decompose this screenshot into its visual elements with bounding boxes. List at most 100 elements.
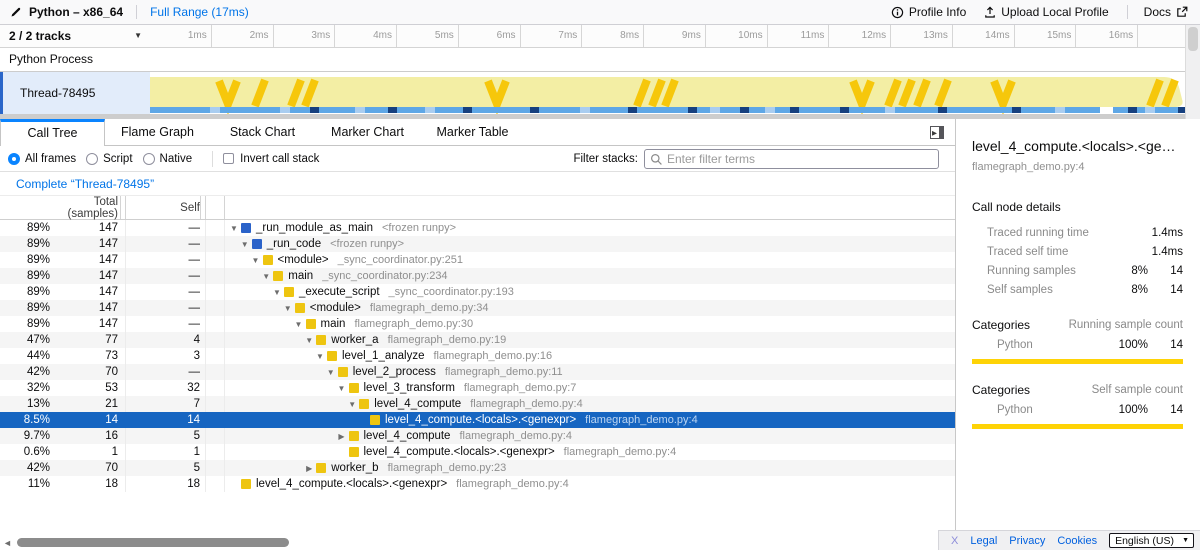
call-tree-row[interactable]: 32%5332▼level_3_transformflamegraph_demo…	[0, 380, 955, 396]
category-icon	[241, 479, 251, 489]
expand-icon[interactable]: ▼	[250, 256, 262, 265]
category-icon	[316, 335, 326, 345]
expand-icon[interactable]: ▼	[228, 224, 240, 233]
expand-icon[interactable]: ▼	[239, 240, 251, 249]
expand-icon[interactable]: ▼	[346, 400, 358, 409]
call-tree-row[interactable]: 89%147—▼<module>_sync_coordinator.py:251	[0, 252, 955, 268]
call-tree-row[interactable]: 89%147—▼_run_module_as_main<frozen runpy…	[0, 220, 955, 236]
full-range-link[interactable]: Full Range (17ms)	[150, 5, 249, 19]
tab-marker-chart[interactable]: Marker Chart	[315, 119, 420, 146]
thread-track[interactable]: Thread-78495	[0, 72, 1200, 114]
file-location: <frozen runpy>	[330, 238, 404, 250]
category-icon	[327, 351, 337, 361]
file-location: flamegraph_demo.py:19	[388, 334, 507, 346]
file-location: flamegraph_demo.py:4	[459, 430, 572, 442]
language-select[interactable]: English (US) ▼	[1109, 533, 1194, 548]
category-icon	[273, 271, 283, 281]
function-name: _execute_script	[299, 286, 380, 298]
expand-icon[interactable]: ▼	[260, 272, 272, 281]
file-location: _sync_coordinator.py:251	[338, 254, 463, 266]
expand-icon[interactable]: ▼	[271, 288, 283, 297]
call-tree-row[interactable]: 13%217▼level_4_computeflamegraph_demo.py…	[0, 396, 955, 412]
radio-label[interactable]: Script	[103, 153, 132, 165]
radio-label[interactable]: All frames	[25, 153, 76, 165]
call-tree-row[interactable]: 0.6%11level_4_compute.<locals>.<genexpr>…	[0, 444, 955, 460]
thread-track-label[interactable]: Thread-78495	[0, 72, 150, 114]
breadcrumb-complete-thread[interactable]: Complete “Thread-78495”	[16, 177, 154, 191]
sidebar-subtitle: flamegraph_demo.py:4	[972, 161, 1183, 173]
categories-section: CategoriesRunning sample countPython100%…	[972, 318, 1183, 364]
category-icon	[359, 399, 369, 409]
tab-call-tree[interactable]: Call Tree	[0, 119, 105, 146]
footer-link-legal[interactable]: Legal	[970, 535, 997, 547]
divider	[136, 5, 137, 19]
horizontal-scrollbar[interactable]: ◄	[0, 536, 955, 549]
tab-stack-chart[interactable]: Stack Chart	[210, 119, 315, 146]
invert-call-stack-label[interactable]: Invert call stack	[240, 153, 319, 165]
column-header-total[interactable]: Total (samples)	[50, 196, 120, 220]
file-location: flamegraph_demo.py:34	[370, 302, 489, 314]
radio-label[interactable]: Native	[160, 153, 193, 165]
call-tree-row[interactable]: 47%774▼worker_aflamegraph_demo.py:19	[0, 332, 955, 348]
activity-graph[interactable]	[150, 72, 1200, 114]
call-tree-row[interactable]: 42%70—▼level_2_processflamegraph_demo.py…	[0, 364, 955, 380]
expand-icon[interactable]: ▼	[293, 320, 305, 329]
expand-icon[interactable]: ▼	[303, 336, 315, 345]
call-tree-row[interactable]: 89%147—▼<module>flamegraph_demo.py:34	[0, 300, 955, 316]
tab-flame-graph[interactable]: Flame Graph	[105, 119, 210, 146]
ruler-tick: 11ms	[767, 25, 829, 47]
sidebar: level_4_compute.<locals>.<genexpr> flame…	[955, 119, 1200, 550]
expand-icon[interactable]: ▼	[325, 368, 337, 377]
ruler-tick: 2ms	[212, 25, 274, 47]
footer-link-x[interactable]: X	[951, 535, 958, 547]
category-icon	[306, 319, 316, 329]
upload-local-profile-button[interactable]: Upload Local Profile	[984, 5, 1108, 19]
process-track-header[interactable]: Python Process	[0, 48, 1200, 72]
call-tree-row[interactable]: 42%705▶worker_bflamegraph_demo.py:23	[0, 460, 955, 476]
footer-link-privacy[interactable]: Privacy	[1009, 535, 1045, 547]
call-tree-row[interactable]: 8.5%1414level_4_compute.<locals>.<genexp…	[0, 412, 955, 428]
profile-name: Python – x86_64	[29, 5, 123, 19]
file-location: flamegraph_demo.py:16	[433, 350, 552, 362]
expand-icon[interactable]: ▼	[314, 352, 326, 361]
filter-stacks-input[interactable]	[644, 149, 939, 169]
footer-link-cookies[interactable]: Cookies	[1057, 535, 1097, 547]
ruler-tick: 8ms	[582, 25, 644, 47]
pencil-icon[interactable]	[10, 6, 22, 18]
call-tree-row[interactable]: 89%147—▼_execute_script_sync_coordinator…	[0, 284, 955, 300]
expand-icon[interactable]: ▼	[282, 304, 294, 313]
expand-icon[interactable]: ▶	[336, 432, 348, 441]
call-tree-row[interactable]: 89%147—▼mainflamegraph_demo.py:30	[0, 316, 955, 332]
scroll-left-arrow-icon[interactable]: ◄	[3, 538, 12, 548]
ruler-tick: 12ms	[829, 25, 891, 47]
docs-link[interactable]: Docs	[1144, 5, 1188, 19]
profile-info-button[interactable]: Profile Info	[891, 5, 966, 19]
category-icon	[284, 287, 294, 297]
column-header-self[interactable]: Self	[126, 202, 200, 214]
scrollbar-thumb[interactable]	[1188, 27, 1198, 51]
category-icon	[316, 463, 326, 473]
function-name: main	[321, 318, 346, 330]
radio-native[interactable]	[143, 153, 155, 165]
tracks-dropdown[interactable]: 2 / 2 tracks ▼	[0, 25, 150, 47]
categories-section: CategoriesSelf sample countPython100%14	[972, 383, 1183, 429]
category-icon	[349, 431, 359, 441]
tracks-vertical-scrollbar[interactable]	[1185, 25, 1200, 119]
scrollbar-thumb[interactable]	[17, 538, 289, 547]
expand-icon[interactable]: ▶	[303, 464, 315, 473]
ruler-tick: 4ms	[335, 25, 397, 47]
radio-all-frames[interactable]	[8, 153, 20, 165]
call-tree-row[interactable]: 44%733▼level_1_analyzeflamegraph_demo.py…	[0, 348, 955, 364]
tab-marker-table[interactable]: Marker Table	[420, 119, 525, 146]
category-icon	[295, 303, 305, 313]
call-tree-row[interactable]: 9.7%165▶level_4_computeflamegraph_demo.p…	[0, 428, 955, 444]
call-tree-row[interactable]: 89%147—▼main_sync_coordinator.py:234	[0, 268, 955, 284]
call-tree-row[interactable]: 11%1818level_4_compute.<locals>.<genexpr…	[0, 476, 955, 492]
call-tree-row[interactable]: 89%147—▼_run_code<frozen runpy>	[0, 236, 955, 252]
radio-script[interactable]	[86, 153, 98, 165]
invert-call-stack-checkbox[interactable]	[223, 153, 234, 164]
expand-icon[interactable]: ▼	[336, 384, 348, 393]
timeline-ruler[interactable]: 1ms2ms3ms4ms5ms6ms7ms8ms9ms10ms11ms12ms1…	[150, 25, 1200, 47]
docs-label: Docs	[1144, 5, 1171, 19]
sidebar-toggle-icon[interactable]: ▶	[930, 126, 944, 139]
